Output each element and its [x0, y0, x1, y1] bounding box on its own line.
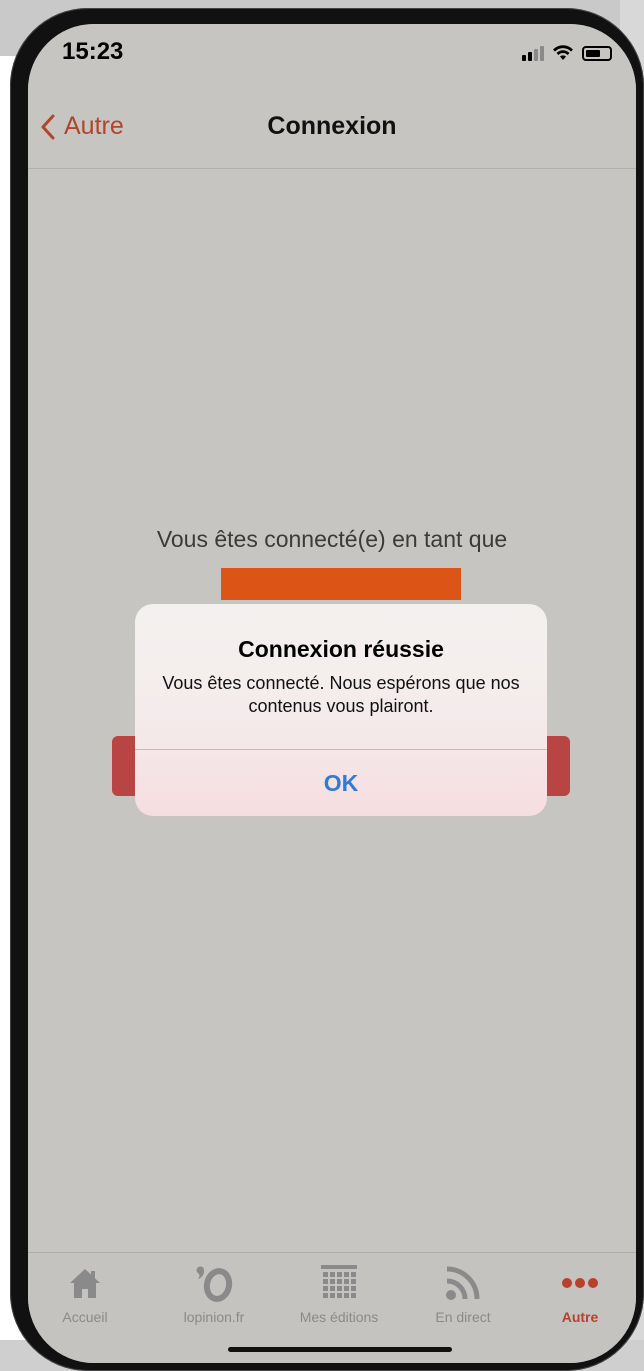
battery-icon — [582, 45, 612, 61]
more-dots-icon — [562, 1278, 598, 1288]
tab-label: Accueil — [62, 1309, 108, 1325]
tab-autre[interactable]: Autre — [525, 1261, 635, 1325]
phone-frame: 15:23 Autre Connexion Vous êtes connecté… — [10, 8, 644, 1371]
home-icon — [70, 1269, 100, 1298]
success-alert-dialog: Connexion réussie Vous êtes connecté. No… — [135, 604, 547, 816]
home-indicator — [228, 1347, 452, 1352]
tab-lopinion[interactable]: lopinion.fr — [159, 1261, 269, 1325]
editions-grid-icon — [321, 1265, 357, 1298]
alert-message: Vous êtes connecté. Nous espérons que no… — [162, 673, 520, 716]
tab-accueil[interactable]: Accueil — [30, 1261, 140, 1325]
tab-label: lopinion.fr — [183, 1309, 245, 1325]
tab-label: Autre — [561, 1309, 599, 1325]
tab-mes-editions[interactable]: Mes éditions — [284, 1261, 394, 1325]
tab-en-direct[interactable]: En direct — [408, 1261, 518, 1325]
signal-icon — [522, 45, 544, 61]
tab-label: En direct — [435, 1309, 491, 1325]
redacted-username — [221, 568, 461, 600]
status-time: 15:23 — [62, 38, 124, 65]
status-bar: 15:23 — [28, 24, 636, 88]
connected-as-text: Vous êtes connecté(e) en tant que — [156, 526, 508, 552]
page-title: Connexion — [267, 112, 397, 140]
lopinion-logo-icon — [196, 1266, 233, 1302]
alert-ok-button[interactable]: OK — [135, 750, 547, 816]
status-icons — [522, 44, 612, 62]
phone-screen: 15:23 Autre Connexion Vous êtes connecté… — [28, 24, 636, 1363]
tab-label: Mes éditions — [299, 1309, 379, 1325]
rss-icon — [446, 1266, 480, 1300]
navigation-bar: Autre Connexion — [28, 88, 636, 169]
wifi-icon — [553, 45, 573, 60]
alert-title: Connexion réussie — [238, 636, 444, 662]
